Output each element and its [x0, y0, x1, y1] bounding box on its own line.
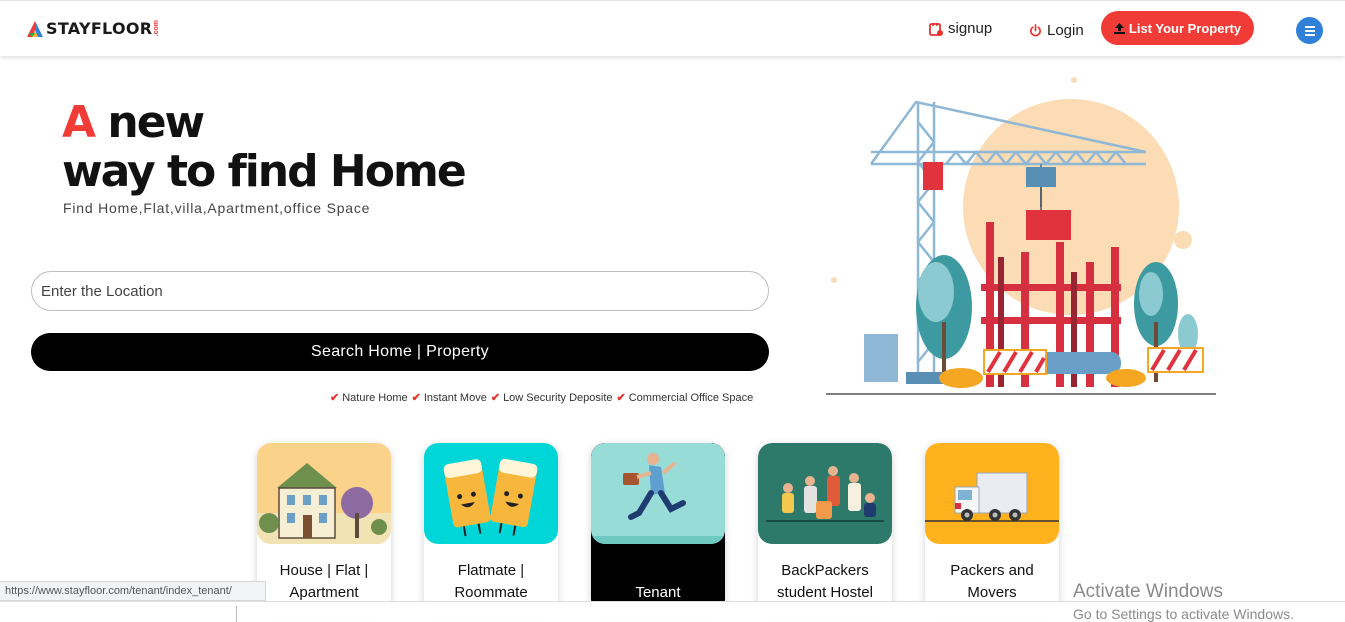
- login-link[interactable]: Login: [1029, 22, 1084, 39]
- card-label-line1: Packers and: [950, 562, 1034, 579]
- beer-mugs-illustration-icon: [424, 443, 558, 544]
- list-your-property-button[interactable]: List Your Property: [1101, 11, 1254, 45]
- card-label-line1: House | Flat |: [279, 562, 369, 579]
- category-card-tenant[interactable]: Tenant: [591, 443, 725, 613]
- stayfloor-logo[interactable]: STAYFLOOR .com: [26, 19, 160, 38]
- category-card-house[interactable]: House | Flat | Apartment: [257, 443, 391, 613]
- checkmark-icon: ✔: [411, 392, 421, 404]
- checkmark-icon: ✔: [616, 392, 626, 404]
- category-card-backpackers[interactable]: BackPackers student Hostel: [758, 443, 892, 613]
- feature-list: ✔ Nature Home ✔ Instant Move ✔ Low Security…: [330, 391, 757, 405]
- feature-item: ✔ Instant Move: [411, 391, 487, 405]
- divider: [236, 606, 237, 622]
- checkmark-icon: ✔: [330, 392, 340, 404]
- hero-title-line1: new: [107, 97, 205, 148]
- activate-windows-subtitle: Go to Settings to activate Windows.: [1073, 606, 1294, 622]
- signup-icon: [929, 22, 943, 36]
- power-icon: [1030, 24, 1041, 37]
- hero-title-a: A: [62, 97, 96, 148]
- feature-item: ✔ Nature Home: [330, 391, 408, 405]
- hamburger-menu-icon[interactable]: [1296, 17, 1323, 44]
- house-illustration-icon: [257, 443, 391, 544]
- hero-title: A new way to find Home: [62, 97, 467, 197]
- activate-windows-title: Activate Windows: [1073, 581, 1223, 602]
- category-card-flatmate[interactable]: Flatmate | Roommate: [424, 443, 558, 613]
- logo-text: STAYFLOOR: [46, 19, 153, 38]
- logo-mark-icon: [26, 20, 44, 38]
- backpackers-group-illustration-icon: [758, 443, 892, 544]
- signup-label: signup: [948, 20, 993, 37]
- feature-item: ✔ Commercial Office Space: [616, 391, 754, 405]
- signup-link[interactable]: signup: [929, 20, 992, 37]
- hero-subtitle: Find Home,Flat,villa,Apartment,office Sp…: [63, 200, 371, 216]
- moving-truck-illustration-icon: [925, 443, 1059, 544]
- feature-item: ✔ Low Security Deposite: [490, 391, 613, 405]
- hero-title-line2: way to find Home: [62, 146, 467, 197]
- top-navbar: STAYFLOOR .com signup Login List Your Pr…: [0, 0, 1345, 56]
- category-card-packers-movers[interactable]: Packers and Movers: [925, 443, 1059, 613]
- construction-illustration: [826, 77, 1216, 395]
- upload-icon: [1113, 22, 1125, 34]
- card-label-line1: BackPackers: [781, 562, 869, 579]
- status-url: https://www.stayfloor.com/tenant/index_t…: [0, 581, 266, 601]
- checkmark-icon: ✔: [490, 392, 501, 404]
- card-label-line1: Flatmate |: [457, 562, 525, 579]
- search-property-button[interactable]: Search Home | Property: [31, 333, 769, 371]
- location-search-input[interactable]: [31, 271, 769, 311]
- list-your-property-label: List Your Property: [1128, 20, 1242, 36]
- logo-suffix: .com: [153, 20, 161, 37]
- running-man-illustration-icon: [591, 443, 725, 544]
- login-label: Login: [1047, 22, 1084, 39]
